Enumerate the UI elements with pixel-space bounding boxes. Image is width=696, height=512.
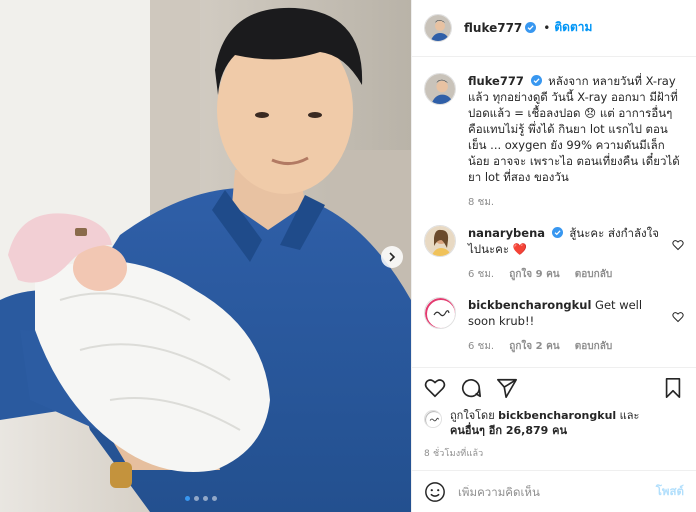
reply-button[interactable]: ตอบกลับ [575,341,612,352]
comment-body: bickbencharongkul Get well soon krub!! 6… [468,297,666,355]
post-header: fluke777 • ติดตาม [412,0,696,57]
liked-by: ถูกใจโดย bickbencharongkul และ คนอื่นๆ อ… [424,408,684,438]
comment-text-block: bickbencharongkul Get well soon krub!! [468,297,666,329]
avatar[interactable] [424,72,456,105]
post-photo[interactable] [0,0,411,512]
verified-badge-icon [530,74,542,86]
emoji-icon[interactable] [424,481,446,503]
comment-likes[interactable]: ถูกใจ 2 คน [509,341,559,352]
profile-avatar-image [425,73,455,104]
caption-time[interactable]: 8 ชม. [468,197,494,208]
comment-text-block: nanarybena สู้นะคะ ส่งกำลังใจไปนะคะ ❤️ [468,225,666,257]
avatar[interactable] [424,13,452,42]
liked-by-text: ถูกใจโดย bickbencharongkul และ คนอื่นๆ อ… [450,408,639,438]
comment-item: nanarybena สู้นะคะ ส่งกำลังใจไปนะคะ ❤️ 6… [424,224,684,283]
carousel-dot [194,496,199,501]
liked-by-prefix: ถูกใจโดย [450,409,495,423]
liked-by-username[interactable]: bickbencharongkul [498,409,616,422]
avatar[interactable] [424,296,456,329]
avatar[interactable] [424,224,456,257]
caption: fluke777 หลังจาก หลายวันที่ X-ray แล้ว ท… [424,72,684,211]
instagram-post: fluke777 • ติดตาม fluke777 หลังจาก หลายว… [0,0,696,512]
comment-username[interactable]: nanarybena [468,226,545,240]
heart-icon[interactable] [424,377,446,399]
avatar[interactable] [424,410,442,429]
comment-meta: 6 ชม. ถูกใจ 9 คน ตอบกลับ [468,267,666,283]
comment-likes[interactable]: ถูกใจ 9 คน [509,269,559,280]
liked-by-and: และ [619,409,640,423]
caption-body: fluke777 หลังจาก หลายวันที่ X-ray แล้ว ท… [468,73,684,211]
comment-username[interactable]: bickbencharongkul [468,298,591,312]
chevron-right-icon [389,252,396,262]
profile-avatar-image [425,14,451,41]
caption-username[interactable]: fluke777 [468,74,524,88]
post-sidebar: fluke777 • ติดตาม fluke777 หลังจาก หลายว… [411,0,696,512]
comments-list[interactable]: fluke777 หลังจาก หลายวันที่ X-ray แล้ว ท… [412,57,696,368]
comment-icon[interactable] [460,377,482,399]
liker-avatar-image [425,411,441,428]
comment-composer: โพสต์ [412,470,696,512]
comment-meta: 6 ชม. ถูกใจ 2 คน ตอบกลับ [468,339,666,355]
next-photo-button[interactable] [381,246,403,268]
liked-by-others[interactable]: คนอื่นๆ อีก 26,879 คน [450,424,567,437]
like-comment-heart-icon[interactable] [672,239,684,251]
carousel-dot [185,496,190,501]
comment-time[interactable]: 6 ชม. [468,341,494,352]
follow-button[interactable]: ติดตาม [554,18,592,37]
header-username[interactable]: fluke777 [464,21,522,35]
verified-badge-icon [551,226,563,238]
comment-input[interactable] [458,484,656,499]
photo-image [0,0,411,512]
commenter-avatar-image [425,297,455,328]
header-separator: • [543,20,551,35]
carousel-indicator [185,496,217,501]
like-comment-heart-icon[interactable] [672,311,684,323]
commenter-avatar-image [425,225,455,256]
share-icon[interactable] [496,377,518,399]
post-comment-button[interactable]: โพสต์ [656,483,684,501]
carousel-dot [203,496,208,501]
caption-meta: 8 ชม. [468,195,684,211]
post-actions: ถูกใจโดย bickbencharongkul และ คนอื่นๆ อ… [412,367,696,460]
heart-emoji: ❤️ [512,241,527,256]
action-bar [424,376,684,400]
carousel-dot [212,496,217,501]
post-timestamp[interactable]: 8 ชั่วโมงที่แล้ว [424,446,684,460]
bookmark-icon[interactable] [662,377,684,399]
caption-text: หลังจาก หลายวันที่ X-ray แล้ว ทุกอย่างดู… [468,73,680,184]
reply-button[interactable]: ตอบกลับ [575,269,612,280]
comment-item: bickbencharongkul Get well soon krub!! 6… [424,296,684,355]
verified-badge-icon [525,22,537,34]
caption-text-block: fluke777 หลังจาก หลายวันที่ X-ray แล้ว ท… [468,73,684,185]
comment-time[interactable]: 6 ชม. [468,269,494,280]
comment-body: nanarybena สู้นะคะ ส่งกำลังใจไปนะคะ ❤️ 6… [468,225,666,283]
